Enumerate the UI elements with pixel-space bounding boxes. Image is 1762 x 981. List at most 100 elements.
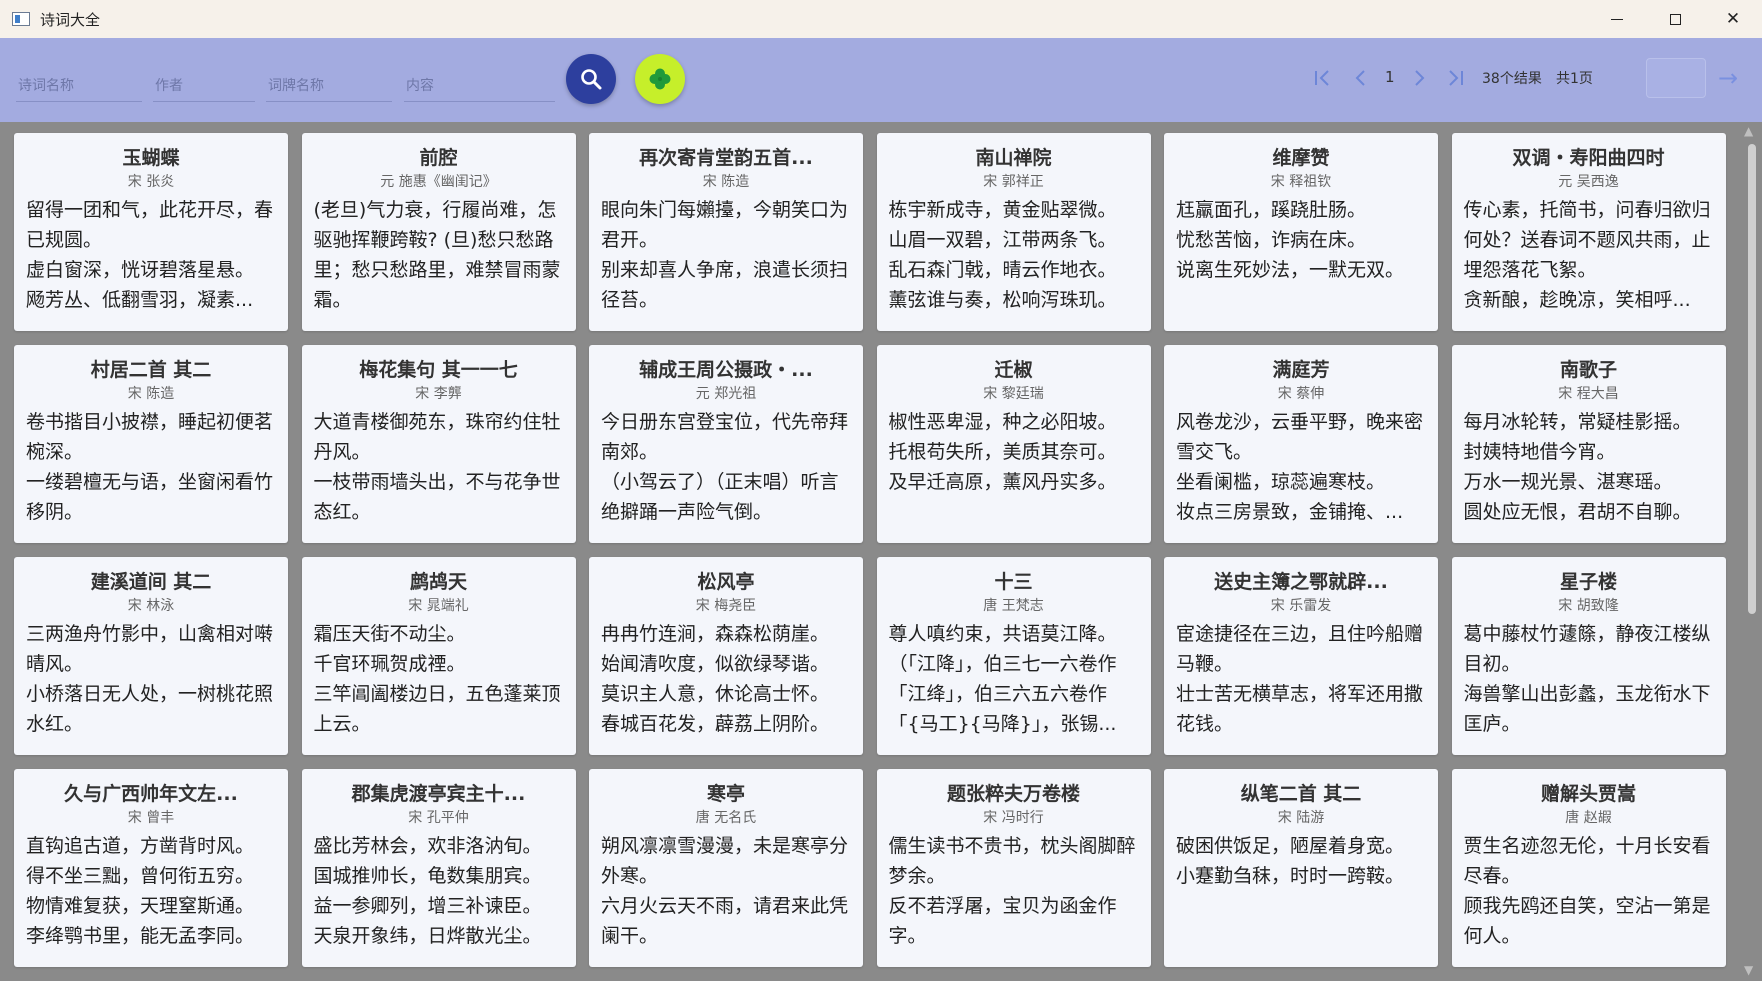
poem-author: 元 郑光祖 bbox=[695, 386, 757, 402]
poem-card[interactable]: 梅花集句 其一一七宋 李龏大道青楼御苑东，珠帘约住牡丹风。 一枝带雨墙头出，不与… bbox=[301, 345, 576, 543]
poem-author: 宋 晁端礼 bbox=[408, 598, 469, 614]
poem-author: 宋 胡致隆 bbox=[1558, 598, 1619, 614]
poem-card[interactable]: 纵笔二首 其二宋 陆游 破困供饭足，陋屋着身宽。 小蹇勤刍秣，时时一跨鞍。 bbox=[1164, 769, 1438, 967]
poem-content: 盛比芳林会，欢非洛汭旬。 国城推帅长，龟数集朋宾。 益一参卿列，增三补谏臣。 天… bbox=[313, 835, 542, 947]
poem-card[interactable]: 郡集虎渡亭宾主十... 宋 孔平仲盛比芳林会，欢非洛汭旬。 国城推帅长，龟数集朋宾… bbox=[301, 769, 576, 967]
random-poem-button[interactable] bbox=[635, 54, 685, 104]
poem-card[interactable]: 送史主簿之鄂就辟... 宋 乐雷发 宦途捷径在三边，且住吟船赠马鞭。 壮士苦无横草志… bbox=[1164, 557, 1438, 755]
first-page-button[interactable] bbox=[1312, 66, 1334, 90]
poem-title: 赠解头贾嵩 bbox=[1540, 783, 1636, 805]
poem-card[interactable]: 维摩赞宋 释祖钦 尪羸面孔，蹊跷肚肠。 忧愁苦恼，诈病在床。 说离生死妙法，一默无… bbox=[1164, 133, 1438, 331]
poem-title: 建溪道间 其二 bbox=[90, 571, 212, 593]
poem-author: 宋 陈造 bbox=[702, 174, 750, 190]
poem-title: 郡集虎渡亭宾主十... bbox=[351, 783, 526, 805]
poem-content: 直钩追古道，方凿背时风。 得不坐三黜，曾何衔五穷。 物情难复获，天理窒斯通。 李… bbox=[26, 835, 255, 947]
poem-card[interactable]: 鹧鸪天宋 晁端礼 霜压天街不动尘。 千官环珮贺成禋。 三竿阊阖楼边日，五色蓬莱顶上… bbox=[301, 557, 576, 755]
cipai-input[interactable] bbox=[266, 74, 396, 98]
poem-content: 眼向朱门每嬾擡，今朝笑口为君开。 别来却喜人争席，浪遣长须扫径苔。 bbox=[601, 199, 849, 311]
next-page-button[interactable] bbox=[1410, 66, 1430, 90]
poem-title: 玉蝴蝶 bbox=[122, 147, 180, 169]
author-field bbox=[153, 74, 259, 102]
maximize-button[interactable] bbox=[1646, 0, 1704, 38]
app-icon bbox=[12, 12, 30, 26]
window-controls: ✕ bbox=[1588, 0, 1762, 38]
poem-card[interactable]: 赠解头贾嵩唐 赵嘏 贾生名迹忽无伦，十月长安看尽春。 顾我先鸥还自笑，空沾一第是何… bbox=[1451, 769, 1726, 967]
last-page-button[interactable] bbox=[1444, 66, 1466, 90]
content-input[interactable] bbox=[404, 74, 559, 98]
poem-card[interactable]: 南歌子宋 程大昌 每月冰轮转，常疑桂影摇。 封姨特地借今宵。 万水一规光景、湛寒瑶… bbox=[1451, 345, 1726, 543]
poem-card[interactable]: 双调・寿阳曲四时元 吴西逸 传心素，托简书，问春归欲归何处？送春词不题风共雨，止埋… bbox=[1451, 133, 1726, 331]
poem-card[interactable]: 寒亭唐 无名氏 朔风凛凛雪漫漫，未是寒亭分外寒。 六月火云天不雨，请君来此凭阑干。 bbox=[589, 769, 863, 967]
poem-card[interactable]: 再次寄肯堂韵五首... 宋 陈造眼向朱门每嬾擡，今朝笑口为君开。 别来却喜人争席，… bbox=[589, 133, 863, 331]
poem-title: 村居二首 其二 bbox=[90, 359, 212, 381]
poem-card[interactable]: 南山禅院宋 郭祥正 栋宇新成寺，黄金贴翠微。 山眉一双碧，江带两条飞。 乱石森门戟… bbox=[876, 133, 1151, 331]
page-jump-input[interactable] bbox=[1646, 58, 1706, 98]
poem-author: 宋 孔平仲 bbox=[408, 810, 469, 826]
poem-author: 宋 程大昌 bbox=[1558, 386, 1619, 402]
cipai-field bbox=[266, 74, 396, 102]
poem-author: 元 施惠《幽闺记》 bbox=[380, 174, 497, 190]
current-page: 1 bbox=[1385, 68, 1395, 86]
chevron-left-icon bbox=[1355, 70, 1365, 86]
poem-card[interactable]: 村居二首 其二宋 陈造 卷书揩目小披襟，睡起初便茗椀深。 一缕碧檀无与语，坐窗闲看… bbox=[14, 345, 288, 543]
close-icon: ✕ bbox=[1725, 9, 1741, 29]
prev-page-button[interactable] bbox=[1350, 66, 1370, 90]
poem-card[interactable]: 松风亭宋 梅尧臣 冉冉竹连涧，森森松荫崖。 始闻清吹度，似欲绿琴谐。 莫识主人意，… bbox=[589, 557, 863, 755]
poem-title: 维摩赞 bbox=[1272, 147, 1330, 169]
vertical-scrollbar[interactable]: ▲ ▼ bbox=[1740, 122, 1762, 981]
poem-title: 题张粹夫万卷楼 bbox=[946, 783, 1080, 805]
poem-author: 宋 李龏 bbox=[415, 386, 462, 402]
poem-card[interactable]: 玉蝴蝶宋 张炎 留得一团和气，此花开尽，春已规圆。 虚白窗深，恍讶碧落星悬。 飏芳… bbox=[14, 133, 288, 331]
poem-title-input[interactable] bbox=[16, 74, 146, 98]
scroll-thumb[interactable] bbox=[1748, 144, 1756, 614]
poem-title: 送史主簿之鄂就辟... bbox=[1214, 571, 1388, 593]
poem-title: 纵笔二首 其二 bbox=[1240, 783, 1362, 805]
poem-content: 今日册东宫登宝位，代先帝拜南郊。 （小驾云了）（正末唱）听言绝擗踊一声险气倒。 bbox=[601, 411, 849, 523]
poem-author: 宋 陈造 bbox=[127, 386, 175, 402]
poem-title: 星子楼 bbox=[1559, 571, 1617, 593]
scroll-down-icon[interactable]: ▼ bbox=[1744, 963, 1753, 977]
go-arrow-icon[interactable]: → bbox=[1718, 64, 1738, 92]
poem-title-field bbox=[16, 74, 146, 102]
author-input[interactable] bbox=[153, 74, 259, 98]
poem-card[interactable]: 久与广西帅年文左... 宋 曾丰 直钩追古道，方凿背时风。 得不坐三黜，曾何衔五穷。… bbox=[14, 769, 288, 967]
poem-content: 风卷龙沙，云垂平野，晚来密雪交飞。 坐看阑槛，琼蕊遍寒枝。 妆点三房景致，金铺掩… bbox=[1176, 411, 1424, 523]
poem-title: 再次寄肯堂韵五首... bbox=[639, 147, 813, 169]
window-title: 诗词大全 bbox=[40, 10, 101, 29]
poem-title: 松风亭 bbox=[697, 571, 755, 593]
poem-author: 宋 曾丰 bbox=[127, 810, 175, 826]
minimize-icon bbox=[1611, 18, 1623, 20]
poem-card[interactable]: 十三唐 王梵志 尊人嗔约束，共语莫江降。 （「江降」，伯三七一六卷作「江绛」，伯三… bbox=[876, 557, 1151, 755]
search-toolbar: 1 38个结果 共1页 → bbox=[0, 38, 1762, 122]
poem-content: 葛中藤杖竹蘧篨，静夜江楼纵目初。 海兽擎山出彭蠡，玉龙衔水下匡庐。 bbox=[1463, 623, 1711, 735]
poem-author: 宋 张炎 bbox=[127, 174, 175, 190]
poem-card[interactable]: 迁椒宋 黎廷瑞 椒性恶卑湿，种之必阳坡。 托根苟失所，美质其奈可。 及早迁高原，薰… bbox=[876, 345, 1151, 543]
poem-author: 宋 释祖钦 bbox=[1270, 174, 1332, 190]
poem-content: 大道青楼御苑东，珠帘约住牡丹风。 一枝带雨墙头出，不与花争世态红。 bbox=[313, 411, 561, 523]
poem-author: 宋 黎廷瑞 bbox=[983, 386, 1044, 402]
poem-card-grid: 玉蝴蝶宋 张炎 留得一团和气，此花开尽，春已规圆。 虚白窗深，恍讶碧落星悬。 飏芳… bbox=[0, 122, 1738, 981]
maximize-icon bbox=[1669, 13, 1681, 25]
poem-card[interactable]: 建溪道间 其二宋 林泳 三两渔舟竹影中，山禽相对啭晴风。 小桥落日无人处，一树桃花… bbox=[14, 557, 288, 755]
poem-card[interactable]: 辅成王周公摄政・... 元 郑光祖 今日册东宫登宝位，代先帝拜南郊。 （小驾云了）（… bbox=[589, 345, 863, 543]
title-bar: 诗词大全 ✕ bbox=[0, 0, 1762, 38]
poem-content: 三两渔舟竹影中，山禽相对啭晴风。 小桥落日无人处，一树桃花照水红。 bbox=[26, 623, 274, 735]
poem-content: 每月冰轮转，常疑桂影摇。 封姨特地借今宵。 万水一规光景、湛寒瑶。 圆处应无恨，… bbox=[1463, 411, 1692, 523]
poem-content: 传心素，托简书，问春归欲归何处？送春词不题风共雨，止埋怨落花飞絮。 贪新酿，趁晚… bbox=[1463, 199, 1711, 311]
scroll-up-icon[interactable]: ▲ bbox=[1744, 124, 1753, 138]
poem-card[interactable]: 满庭芳宋 蔡伸 风卷龙沙，云垂平野，晚来密雪交飞。 坐看阑槛，琼蕊遍寒枝。 妆点三… bbox=[1164, 345, 1438, 543]
poem-card[interactable]: 题张粹夫万卷楼宋 冯时行 儒生读书不贵书，枕头阁脚醉梦余。 反不若浮屠，宝贝为函金… bbox=[876, 769, 1151, 967]
poem-author: 宋 郭祥正 bbox=[983, 174, 1044, 190]
poem-author: 宋 梅尧臣 bbox=[695, 598, 757, 614]
poem-title: 迁椒 bbox=[994, 359, 1033, 381]
content-field bbox=[404, 74, 559, 102]
poem-title: 双调・寿阳曲四时 bbox=[1512, 147, 1665, 169]
minimize-button[interactable] bbox=[1588, 0, 1646, 38]
clover-icon bbox=[649, 68, 671, 90]
poem-card[interactable]: 星子楼宋 胡致隆葛中藤杖竹蘧篨，静夜江楼纵目初。 海兽擎山出彭蠡，玉龙衔水下匡庐… bbox=[1451, 557, 1726, 755]
poem-title: 梅花集句 其一一七 bbox=[359, 359, 518, 381]
poem-title: 鹧鸪天 bbox=[409, 571, 467, 593]
close-button[interactable]: ✕ bbox=[1704, 0, 1762, 38]
poem-card[interactable]: 前腔元 施惠《幽闺记》 (老旦)气力衰，行履尚难，怎驱驰挥鞭跨鞍? (旦)愁只愁路… bbox=[301, 133, 576, 331]
search-button[interactable] bbox=[566, 54, 616, 104]
